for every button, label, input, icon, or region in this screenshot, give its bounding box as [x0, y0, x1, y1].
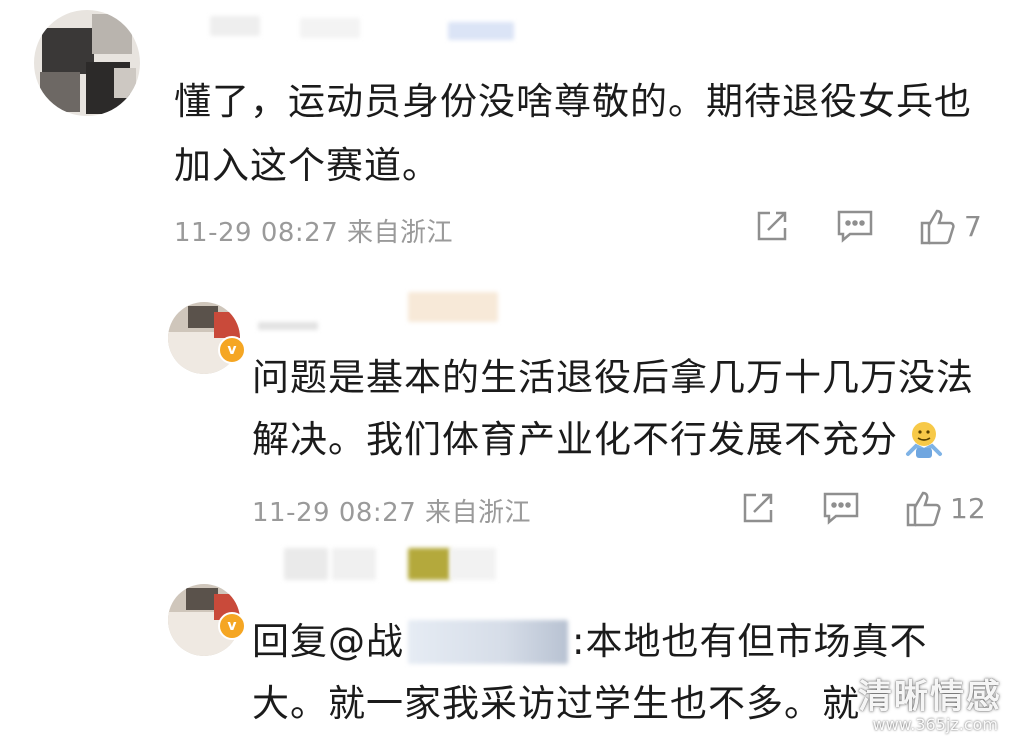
like-button[interactable]: 7 [918, 206, 982, 246]
comment-text: 懂了，运动员身份没啥尊敬的。期待退役女兵也 [174, 80, 972, 123]
watermark-url: www.365jz.com [872, 715, 998, 734]
comment-button[interactable] [822, 490, 860, 526]
comment-time: 11-29 08:27 [252, 498, 417, 528]
username-redacted[interactable] [448, 22, 514, 40]
thumbs-up-icon [920, 209, 955, 245]
comment-timestamp: 11-29 08:27 来自浙江 [252, 492, 531, 529]
comment-text: 加入这个赛道。 [174, 144, 440, 187]
comment-location: 来自浙江 [347, 218, 454, 248]
username-redacted[interactable] [408, 548, 450, 580]
comment-text: 解决。我们体育产业化不行发展不充分 [252, 418, 898, 461]
comment-timestamp: 11-29 08:27 来自浙江 [174, 212, 453, 249]
share-icon [757, 211, 787, 241]
reply-prefix: 回复@战 [252, 620, 404, 663]
comment-icon [837, 210, 873, 243]
like-count: 12 [950, 491, 986, 525]
watermark-logo: 清晰情感 [858, 677, 1002, 717]
username-redacted[interactable] [284, 548, 328, 580]
comment-text: 问题是基本的生活退役后拿几万十几万没法 [252, 356, 974, 399]
share-button[interactable] [740, 490, 776, 526]
comment-button[interactable] [836, 208, 874, 244]
share-button[interactable] [754, 208, 790, 244]
avatar[interactable] [34, 10, 140, 116]
username-redacted[interactable] [300, 18, 360, 38]
comment-text-line: 回复@战 :本地也有但市场真不 [252, 614, 927, 670]
username-redacted[interactable] [450, 548, 496, 580]
like-count: 7 [964, 209, 982, 243]
username-redacted[interactable] [210, 16, 260, 36]
shrug-emoji-icon [906, 422, 942, 458]
verified-badge-icon: v [218, 336, 246, 364]
comment-time: 11-29 08:27 [174, 218, 339, 248]
comment-text: :本地也有但市场真不 [572, 620, 928, 663]
username-redacted[interactable] [258, 322, 318, 330]
comment-text-line: 解决。我们体育产业化不行发展不充分 [252, 412, 946, 468]
mention-redacted[interactable] [408, 620, 568, 664]
thumbs-up-icon [906, 491, 941, 527]
username-redacted[interactable] [332, 548, 376, 580]
share-icon [743, 493, 773, 523]
like-button[interactable]: 12 [904, 488, 986, 528]
comment-location: 来自浙江 [425, 498, 532, 528]
verified-badge-icon: v [218, 612, 246, 640]
comment-text: 大。就一家我采访过学生也不多。就 [252, 682, 860, 725]
username-redacted[interactable] [408, 292, 498, 322]
comment-icon [823, 492, 859, 525]
